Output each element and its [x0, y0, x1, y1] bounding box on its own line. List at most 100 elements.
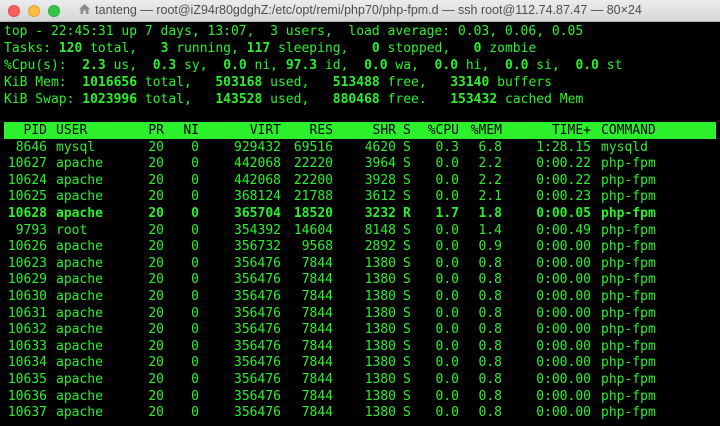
cell-pr: 20	[148, 371, 164, 387]
cpu-sy: 0.3	[152, 58, 177, 73]
cell-res: 14604	[293, 222, 333, 238]
cell-command: php-fpm	[601, 222, 656, 238]
cell-command: php-fpm	[601, 322, 656, 338]
swap-used-label: used,	[262, 92, 333, 107]
cell-time: 0:00.22	[536, 156, 591, 172]
cell-time: 0:00.00	[536, 305, 591, 321]
swap-free-label: free.	[379, 92, 451, 107]
cell-pr: 20	[148, 405, 164, 421]
cell-state: S	[403, 239, 411, 255]
cell-res: 69516	[293, 139, 333, 155]
cell-user: apache	[56, 156, 103, 172]
mem-buffers: 33140	[450, 75, 490, 90]
cpu-st-label: st	[598, 58, 623, 73]
mem-used: 503168	[215, 75, 263, 90]
cell-mem: 0.8	[478, 405, 502, 421]
table-row: 10634 apache 20 0 356476 7844 1380 S 0.0 0.8 0:00.…	[0, 355, 720, 372]
column-header-shr: SHR	[372, 123, 396, 138]
cell-res: 7844	[301, 322, 333, 338]
cpu-ni-label: ni,	[246, 58, 286, 73]
cell-user: apache	[56, 371, 103, 387]
cell-cpu: 1.7	[435, 205, 459, 221]
cell-pr: 20	[148, 272, 164, 288]
cell-user: apache	[56, 405, 103, 421]
cell-ni: 0	[191, 388, 199, 404]
cell-time: 0:00.23	[536, 189, 591, 205]
mem-label: KiB Mem:	[4, 75, 83, 90]
cell-state: S	[403, 405, 411, 421]
cell-pid: 10632	[7, 322, 47, 338]
cell-pid: 8646	[15, 139, 47, 155]
table-row: 10623 apache 20 0 356476 7844 1380 S 0.0 0.8 0:00.…	[0, 256, 720, 273]
cell-cpu: 0.0	[435, 305, 459, 321]
terminal-screen[interactable]: top - 22:45:31 up 7 days, 13:07, 3 users…	[0, 22, 720, 426]
cell-pid: 10633	[7, 338, 47, 354]
cell-shr: 3964	[364, 156, 396, 172]
cell-virt: 356476	[234, 338, 281, 354]
cpu-si-label: si,	[528, 58, 576, 73]
cell-state: S	[403, 322, 411, 338]
tasks-running-label: running,	[168, 41, 247, 56]
cell-mem: 1.4	[478, 222, 502, 238]
cell-command: php-fpm	[601, 355, 656, 371]
cell-pr: 20	[148, 255, 164, 271]
cell-cpu: 0.0	[435, 222, 459, 238]
cell-pr: 20	[148, 355, 164, 371]
tasks-total-label: total,	[82, 41, 161, 56]
cell-res: 7844	[301, 371, 333, 387]
cell-mem: 0.8	[478, 288, 502, 304]
cell-cpu: 0.0	[435, 172, 459, 188]
cell-pr: 20	[148, 338, 164, 354]
cell-cpu: 0.3	[435, 139, 459, 155]
cell-state: S	[403, 156, 411, 172]
cell-pid: 10623	[7, 255, 47, 271]
cell-res: 9568	[301, 239, 333, 255]
swap-line: KiB Swap: 1023996 total, 143528 used, 88…	[4, 91, 583, 109]
window-titlebar[interactable]: tanteng — root@iZ94r80gdghZ:/etc/opt/rem…	[0, 0, 720, 22]
tasks-zombie-label: zombie	[481, 41, 537, 56]
cell-ni: 0	[191, 405, 199, 421]
cell-virt: 356476	[234, 305, 281, 321]
cell-pr: 20	[148, 288, 164, 304]
table-header-row: PID USER PR NI VIRT RES SHR S %CPU %MEM TIME+ COMMA…	[0, 122, 720, 139]
cell-ni: 0	[191, 205, 199, 221]
cell-cpu: 0.0	[435, 322, 459, 338]
cell-virt: 365704	[234, 205, 281, 221]
cell-res: 7844	[301, 255, 333, 271]
cell-state: S	[403, 222, 411, 238]
cell-mem: 2.2	[478, 172, 502, 188]
cell-pr: 20	[148, 388, 164, 404]
cell-command: php-fpm	[601, 156, 656, 172]
column-header-res: RES	[309, 123, 333, 138]
table-row: 10635 apache 20 0 356476 7844 1380 S 0.0 0.8 0:00.…	[0, 372, 720, 389]
cell-pid: 10627	[7, 156, 47, 172]
cell-mem: 0.8	[478, 371, 502, 387]
table-row: 10633 apache 20 0 356476 7844 1380 S 0.0 0.8 0:00.…	[0, 339, 720, 356]
cpu-label: %Cpu(s):	[4, 58, 83, 73]
cell-pr: 20	[148, 139, 164, 155]
column-header-pid: PID	[23, 123, 47, 138]
cell-cpu: 0.0	[435, 239, 459, 255]
cell-shr: 1380	[364, 355, 396, 371]
cell-virt: 356476	[234, 272, 281, 288]
cell-state: S	[403, 255, 411, 271]
cell-cpu: 0.0	[435, 371, 459, 387]
column-header-pr: PR	[148, 123, 164, 138]
cell-command: php-fpm	[601, 272, 656, 288]
cell-command: php-fpm	[601, 189, 656, 205]
swap-total: 1023996	[82, 92, 138, 107]
cell-command: php-fpm	[601, 388, 656, 404]
cell-ni: 0	[191, 156, 199, 172]
cell-shr: 1380	[364, 388, 396, 404]
table-row: 10624 apache 20 0 442068 22200 3928 S 0.0 2.2 0:00…	[0, 173, 720, 190]
cell-shr: 1380	[364, 322, 396, 338]
cell-shr: 3928	[364, 172, 396, 188]
cell-mem: 1.8	[478, 205, 502, 221]
cpu-wa-label: wa,	[387, 58, 435, 73]
cell-pid: 10631	[7, 305, 47, 321]
table-row: 10631 apache 20 0 356476 7844 1380 S 0.0 0.8 0:00.…	[0, 306, 720, 323]
table-row: 10625 apache 20 0 368124 21788 3612 S 0.0 2.1 0:00…	[0, 189, 720, 206]
column-header-cpu: %CPU	[427, 123, 459, 138]
cell-user: apache	[56, 388, 103, 404]
cpu-id: 97.3	[285, 58, 318, 73]
